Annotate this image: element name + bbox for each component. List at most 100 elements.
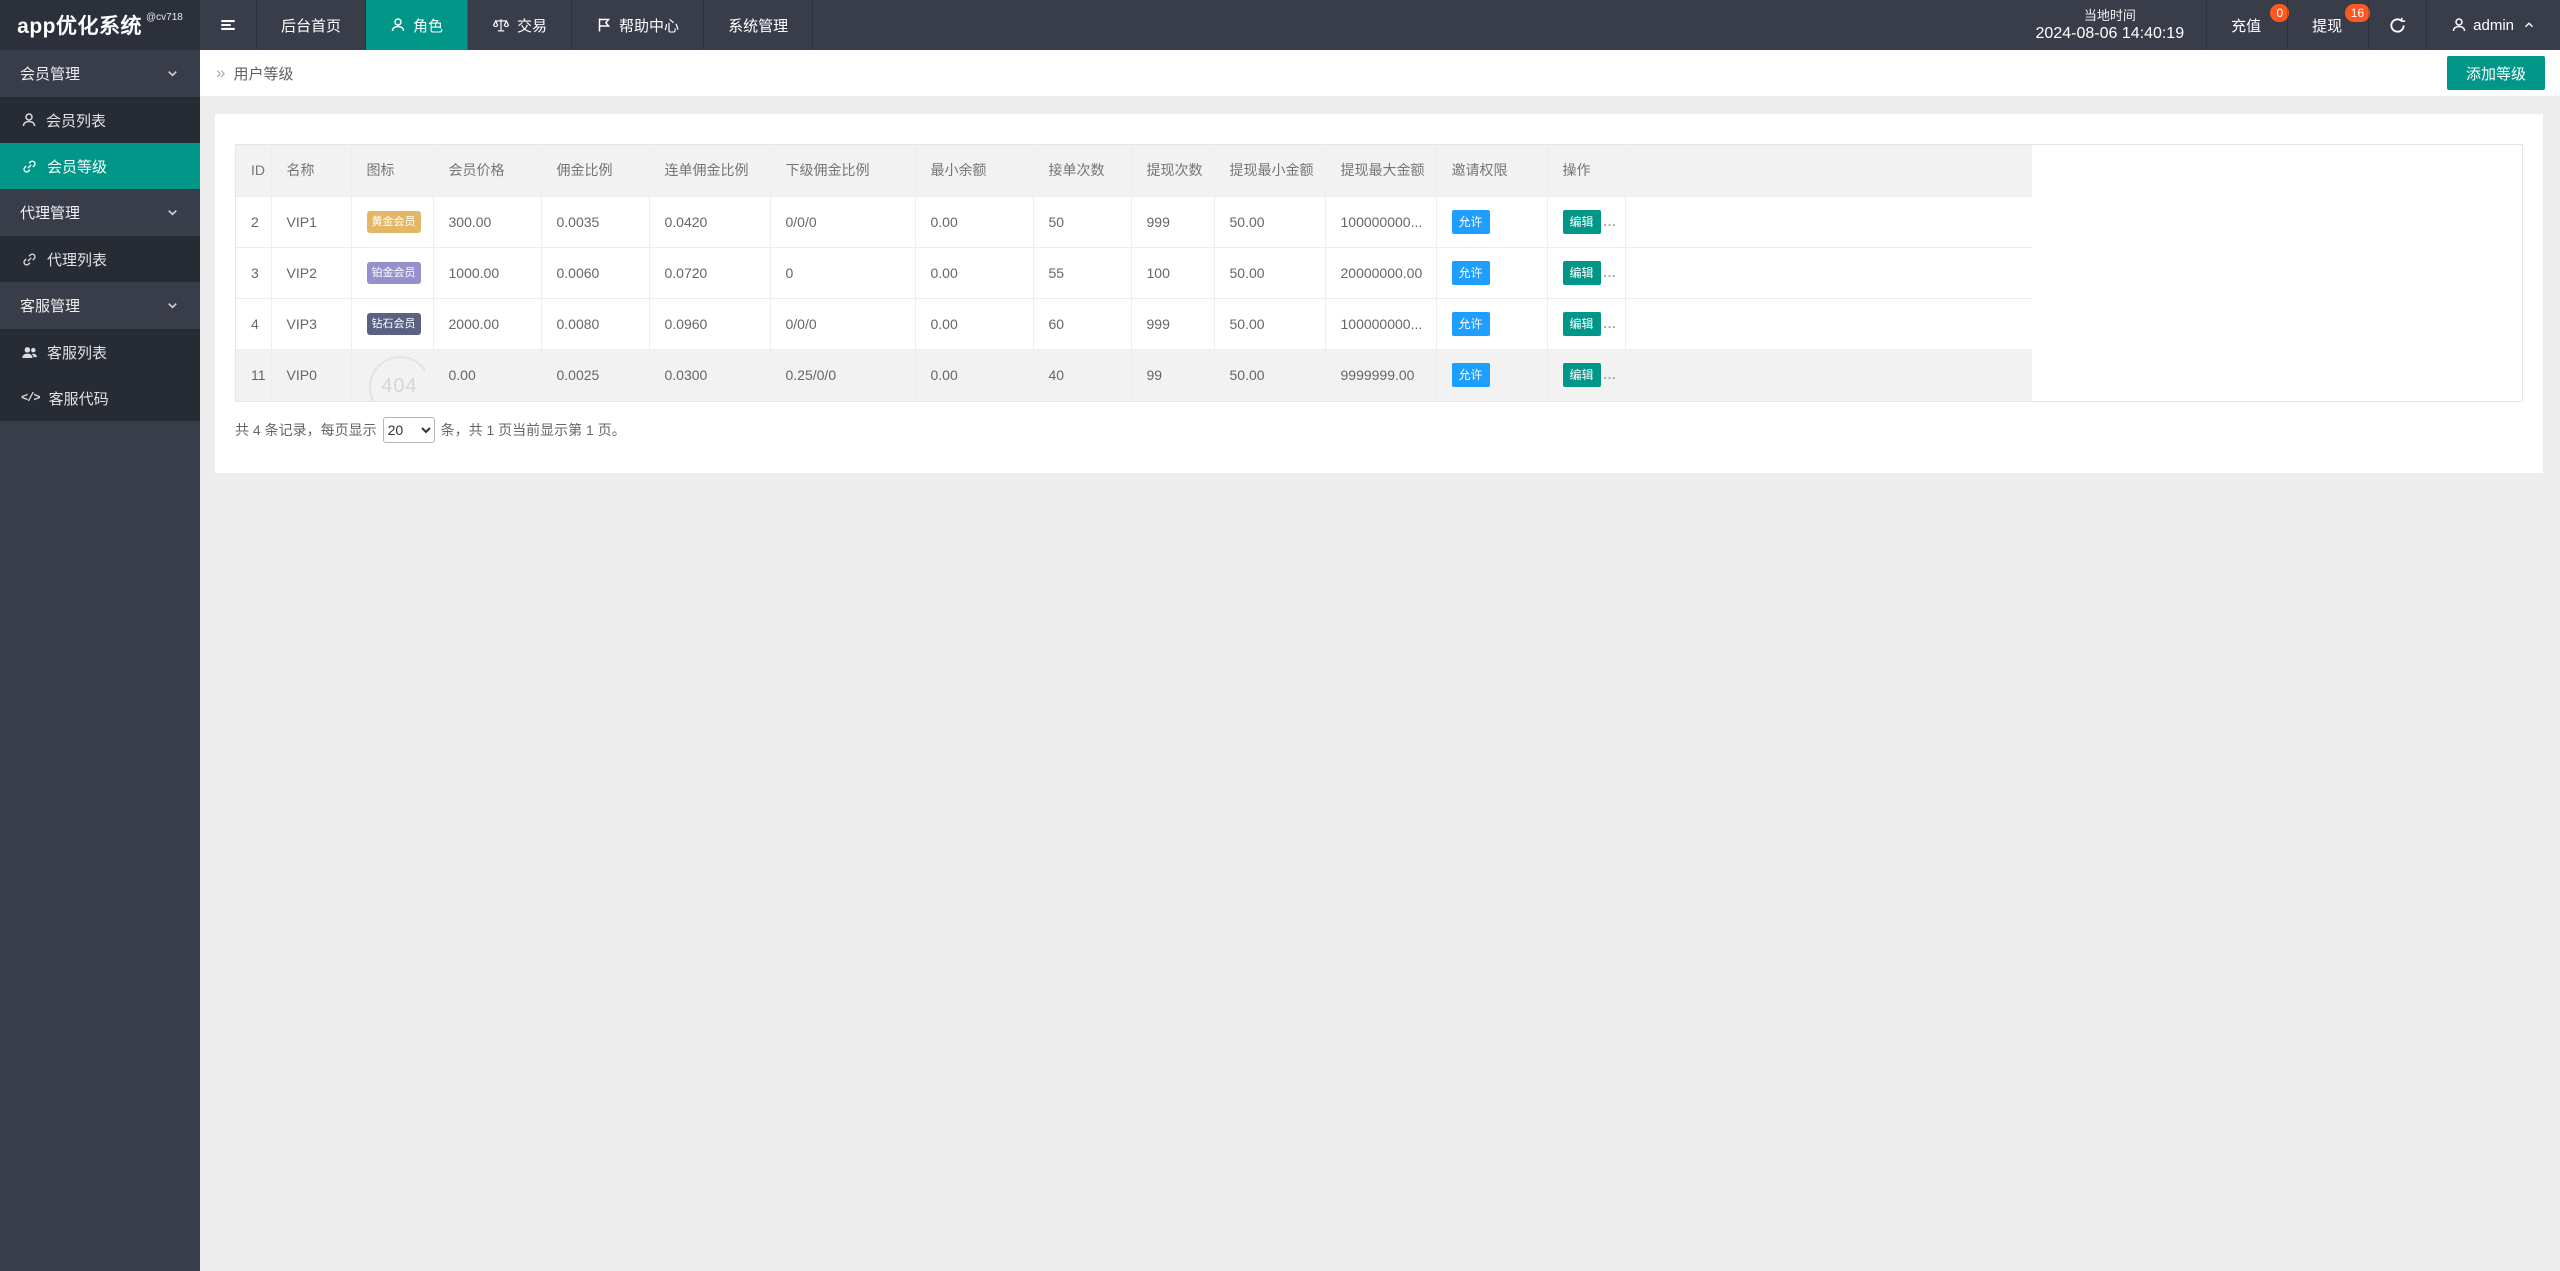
sidebar-group-service[interactable]: 客服管理 <box>0 282 200 329</box>
cell-rate: 0.0080 <box>541 298 650 350</box>
cell-invite: 允许 <box>1436 196 1548 248</box>
nav-item-trade[interactable]: 交易 <box>468 0 573 50</box>
person-icon <box>21 112 37 128</box>
col-header-icon: 图标 <box>351 145 434 197</box>
sidebar-group-member[interactable]: 会员管理 <box>0 50 200 97</box>
cell-price: 2000.00 <box>433 298 542 350</box>
sidebar-item-member-list[interactable]: 会员列表 <box>0 97 200 143</box>
sidebar-item-label: 代理列表 <box>47 251 108 269</box>
nav-item-label: 角色 <box>413 17 444 35</box>
col-header-wd-max: 提现最大金额 <box>1325 145 1437 197</box>
cell-icon: 404 <box>351 349 434 401</box>
cell-min-balance: 0.00 <box>915 196 1034 248</box>
cell-order-count: 60 <box>1033 298 1132 350</box>
sidebar-item-member-level[interactable]: 会员等级 <box>0 143 200 189</box>
chevron-down-icon <box>165 66 180 81</box>
sidebar-item-service-code[interactable]: </> 客服代码 <box>0 375 200 421</box>
invite-allow-button[interactable]: 允许 <box>1451 209 1490 234</box>
app-version: @cv718 <box>146 12 183 23</box>
cell-price: 0.00 <box>433 349 542 401</box>
cell-id: 11 <box>236 349 272 401</box>
withdraw-button[interactable]: 提现 16 <box>2287 0 2371 50</box>
nav-item-system[interactable]: 系统管理 <box>704 0 814 50</box>
cell-action: 编辑... <box>1547 298 1626 350</box>
cell-name: VIP0 <box>271 349 352 401</box>
top-right-nav: 当地时间 2024-08-06 14:40:19 充值 0 提现 16 admi… <box>2014 0 2560 50</box>
person-icon <box>390 17 406 33</box>
more-actions: ... <box>1603 265 1617 280</box>
cell-wd-count: 100 <box>1131 247 1215 299</box>
link-icon <box>21 158 38 175</box>
invite-allow-button[interactable]: 允许 <box>1451 363 1490 387</box>
app-title: app优化系统 <box>17 15 142 38</box>
cell-icon: 黄金会员 <box>351 196 434 248</box>
edit-button[interactable]: 编辑 <box>1562 209 1601 234</box>
edit-button[interactable]: 编辑 <box>1562 311 1601 336</box>
sidebar-group-label: 客服管理 <box>20 298 81 315</box>
cell-name: VIP2 <box>271 247 352 299</box>
table-row: 3 VIP2 铂金会员 1000.00 0.0060 0.0720 0 0.00… <box>236 247 2032 299</box>
cell-chain-rate: 0.0300 <box>649 349 771 401</box>
top-nav: 后台首页 角色 交易 帮助中心 系统管理 <box>200 0 814 50</box>
invite-allow-button[interactable]: 允许 <box>1451 311 1490 336</box>
sidebar-item-agent-list[interactable]: 代理列表 <box>0 236 200 282</box>
menu-toggle-button[interactable] <box>200 0 257 50</box>
col-header-sub-rate: 下级佣金比例 <box>770 145 916 197</box>
table-header-row: ID 名称 图标 会员价格 佣金比例 连单佣金比例 下级佣金比例 最小余额 接单… <box>236 145 2032 197</box>
cell-chain-rate: 0.0720 <box>649 247 771 299</box>
level-badge: 钻石会员 <box>366 312 421 335</box>
nav-item-help[interactable]: 帮助中心 <box>572 0 705 50</box>
refresh-icon <box>2388 16 2407 35</box>
cell-price: 300.00 <box>433 196 542 248</box>
scales-icon <box>492 16 510 34</box>
cell-wd-count: 999 <box>1131 298 1215 350</box>
col-header-min-balance: 最小余额 <box>915 145 1034 197</box>
cell-invite: 允许 <box>1436 349 1548 401</box>
col-header-chain-rate: 连单佣金比例 <box>649 145 771 197</box>
invite-allow-button[interactable]: 允许 <box>1451 260 1490 285</box>
local-time: 当地时间 2024-08-06 14:40:19 <box>2014 0 2207 50</box>
nav-item-label: 后台首页 <box>281 17 342 35</box>
users-icon <box>21 344 38 361</box>
cell-icon: 钻石会员 <box>351 298 434 350</box>
col-header-invite: 邀请权限 <box>1436 145 1548 197</box>
user-menu[interactable]: admin <box>2426 0 2560 50</box>
nav-item-roles[interactable]: 角色 <box>366 0 469 50</box>
recharge-button[interactable]: 充值 0 <box>2206 0 2290 50</box>
cell-filler <box>1625 298 2032 350</box>
col-header-price: 会员价格 <box>433 145 542 197</box>
recharge-label: 充值 <box>2231 17 2262 35</box>
more-actions: ... <box>1603 214 1617 229</box>
table-row: 2 VIP1 黄金会员 300.00 0.0035 0.0420 0/0/0 0… <box>236 196 2032 248</box>
cell-price: 1000.00 <box>433 247 542 299</box>
more-actions: ... <box>1603 316 1617 331</box>
sidebar-item-label: 会员等级 <box>47 158 108 176</box>
breadcrumb: 用户等级 <box>233 65 294 83</box>
cell-order-count: 55 <box>1033 247 1132 299</box>
col-header-rate: 佣金比例 <box>541 145 650 197</box>
cell-wd-max: 100000000... <box>1325 196 1437 248</box>
edit-button[interactable]: 编辑 <box>1562 260 1601 285</box>
nav-item-home[interactable]: 后台首页 <box>257 0 367 50</box>
sidebar-group-agent[interactable]: 代理管理 <box>0 189 200 236</box>
cell-wd-min: 50.00 <box>1214 247 1326 299</box>
cell-wd-max: 20000000.00 <box>1325 247 1437 299</box>
cell-sub-rate: 0/0/0 <box>770 298 916 350</box>
code-icon: </> <box>21 391 41 405</box>
sidebar-item-service-list[interactable]: 客服列表 <box>0 329 200 375</box>
page-size-select[interactable]: 20 <box>382 416 435 443</box>
cell-id: 2 <box>236 196 272 248</box>
cell-filler <box>1625 247 2032 299</box>
main-content: » 用户等级 添加等级 ID 名称 图标 会员价格 佣金比例 连单佣金比例 下级… <box>200 50 2560 1271</box>
cell-order-count: 50 <box>1033 196 1132 248</box>
levels-table: ID 名称 图标 会员价格 佣金比例 连单佣金比例 下级佣金比例 最小余额 接单… <box>235 144 2523 402</box>
edit-button[interactable]: 编辑 <box>1562 363 1601 387</box>
refresh-button[interactable] <box>2368 0 2426 50</box>
cell-invite: 允许 <box>1436 298 1548 350</box>
col-header-order-count: 接单次数 <box>1033 145 1132 197</box>
add-level-button[interactable]: 添加等级 <box>2446 56 2545 90</box>
col-header-action: 操作 <box>1547 145 1626 197</box>
breadcrumb-bar: » 用户等级 添加等级 <box>200 50 2560 96</box>
cell-order-count: 40 <box>1033 349 1132 401</box>
level-badge: 黄金会员 <box>366 210 421 233</box>
